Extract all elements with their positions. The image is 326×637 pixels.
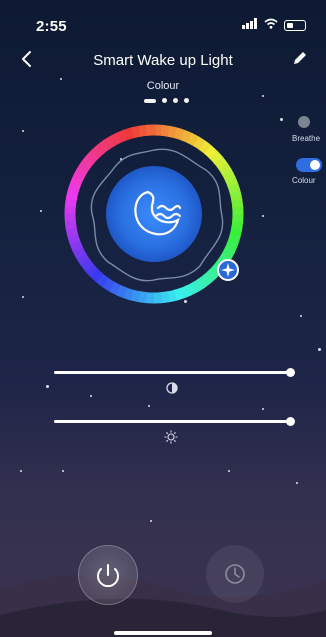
sun-icon <box>164 430 178 447</box>
status-icons <box>242 18 306 32</box>
colour-toggle[interactable]: Colour <box>292 158 326 185</box>
hills-background <box>0 574 326 637</box>
mode-label: Colour <box>146 80 180 92</box>
slider-track[interactable] <box>54 371 294 374</box>
breathe-toggle[interactable]: Breathe <box>292 116 326 143</box>
page-dot[interactable] <box>162 98 167 103</box>
toggle-switch[interactable] <box>296 158 322 172</box>
breathe-label: Breathe <box>292 134 321 143</box>
brightness-slider[interactable] <box>54 415 295 429</box>
page-dot[interactable] <box>173 98 178 103</box>
power-icon <box>97 564 119 588</box>
contrast-icon <box>166 382 178 397</box>
status-bar: 2:55 <box>0 0 326 38</box>
edit-button[interactable] <box>292 50 308 71</box>
status-time: 2:55 <box>36 18 67 35</box>
slider-thumb[interactable] <box>286 417 295 426</box>
slider-track[interactable] <box>54 420 294 423</box>
pencil-icon <box>294 52 306 64</box>
page-indicator[interactable] <box>144 98 189 103</box>
slider-thumb[interactable] <box>286 368 295 377</box>
colour-toggle-label: Colour <box>292 176 316 185</box>
page-dot[interactable] <box>184 98 189 103</box>
timer-button[interactable] <box>206 545 264 603</box>
signal-icon <box>242 18 258 32</box>
toggle-knob[interactable] <box>298 116 310 128</box>
saturation-slider[interactable] <box>54 366 295 380</box>
page-dot[interactable] <box>144 98 156 103</box>
clock-icon <box>225 564 245 584</box>
color-selector[interactable] <box>217 259 239 281</box>
battery-icon <box>284 19 306 31</box>
home-indicator[interactable] <box>114 631 212 635</box>
page-title: Smart Wake up Light <box>93 52 233 69</box>
color-wheel[interactable] <box>60 120 248 308</box>
power-button[interactable] <box>78 545 138 605</box>
wifi-icon <box>264 18 278 32</box>
